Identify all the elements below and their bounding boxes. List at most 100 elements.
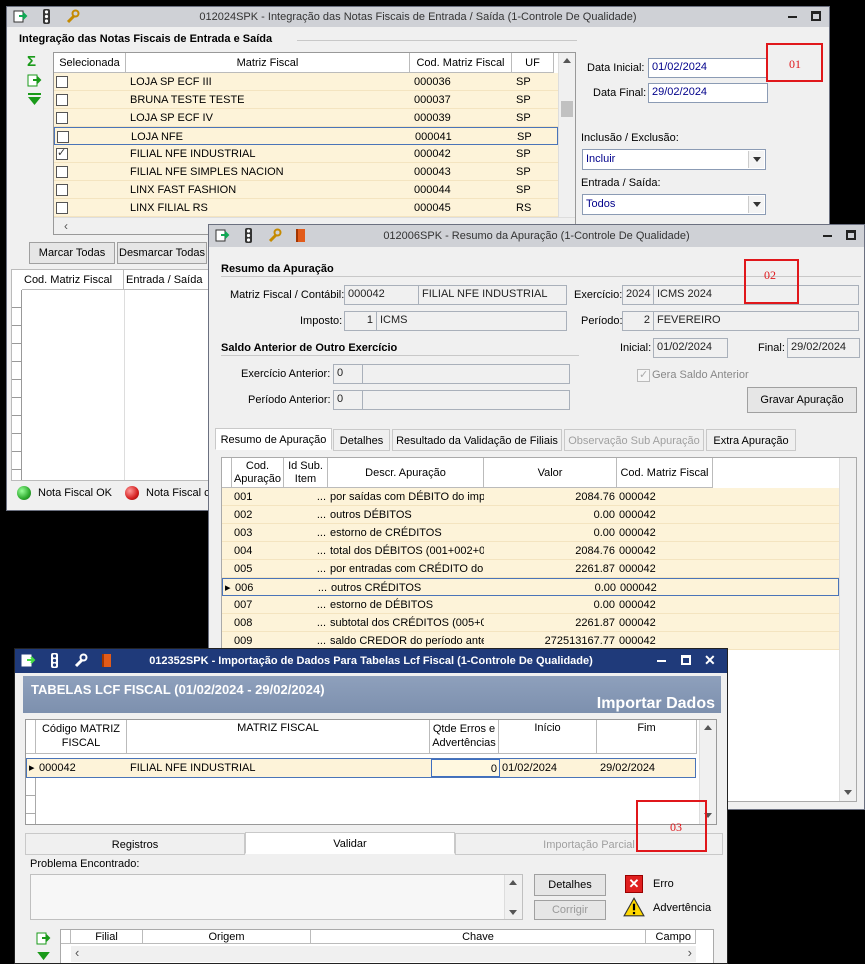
- row-qtde: 0: [431, 759, 500, 777]
- row-uf: SP: [516, 112, 531, 124]
- row-checkbox[interactable]: [56, 94, 68, 106]
- apuracao-scrollbar[interactable]: [839, 458, 856, 801]
- export-icon[interactable]: [27, 73, 42, 88]
- gera-saldo-checkbox[interactable]: ✓: [637, 369, 650, 382]
- tab-observacao-sub[interactable]: Observação Sub Apuração: [564, 429, 704, 451]
- row-checkbox[interactable]: [56, 112, 68, 124]
- col-chave[interactable]: Chave: [311, 930, 646, 944]
- tab-resultado-validacao[interactable]: Resultado da Validação de Filiais: [392, 429, 562, 451]
- row-sub: ...: [317, 582, 327, 594]
- col-inicio[interactable]: Início: [499, 720, 597, 754]
- entrada-select[interactable]: Todos: [582, 194, 766, 215]
- title-bar[interactable]: 012024SPK - Integração das Notas Fiscais…: [7, 7, 829, 27]
- desmarcar-todas-button[interactable]: Desmarcar Todas: [117, 242, 207, 264]
- table-row[interactable]: LOJA NFE 000041 SP: [54, 127, 558, 145]
- data-inicial-field[interactable]: 01/02/2024: [648, 58, 768, 78]
- inclusao-select[interactable]: Incluir: [582, 149, 766, 170]
- col-matriz-fiscal[interactable]: MATRIZ FISCAL: [127, 720, 430, 754]
- col-valor[interactable]: Valor: [484, 458, 617, 488]
- periodo-anterior-cod[interactable]: 0: [333, 390, 363, 410]
- table-row[interactable]: 003... estorno de CRÉDITOS 0.00 000042: [222, 524, 839, 542]
- row-matriz: FILIAL NFE INDUSTRIAL: [130, 762, 256, 774]
- col-codigo-matriz[interactable]: Código MATRIZ FISCAL: [36, 720, 127, 754]
- col-descr-apuracao[interactable]: Descr. Apuração: [328, 458, 484, 488]
- col-uf[interactable]: UF: [512, 53, 554, 73]
- col-fim[interactable]: Fim: [597, 720, 697, 754]
- chevron-down-icon[interactable]: [748, 196, 764, 213]
- table-row[interactable]: 002... outros DÉBITOS 0.00 000042: [222, 506, 839, 524]
- col-cod-matriz[interactable]: Cod. Matriz Fiscal: [410, 53, 512, 73]
- row-checkbox[interactable]: [57, 131, 69, 143]
- table-row[interactable]: 004... total dos DÉBITOS (001+002+003) 208…: [222, 542, 839, 560]
- minimize-button[interactable]: [786, 10, 799, 22]
- table-row[interactable]: BRUNA TESTE TESTE 000037 SP: [54, 91, 558, 109]
- col-filial[interactable]: Filial: [71, 930, 143, 944]
- exercicio-ano-field[interactable]: 2024: [622, 285, 654, 305]
- table-row[interactable]: LOJA SP ECF III 000036 SP: [54, 73, 558, 91]
- saldo-divider: [221, 355, 579, 356]
- errors-hscrollbar[interactable]: ‹ ›: [71, 945, 696, 962]
- maximize-button[interactable]: [811, 11, 821, 21]
- detalhes-button[interactable]: Detalhes: [534, 874, 606, 896]
- sum-icon[interactable]: Σ: [27, 53, 45, 71]
- table-row[interactable]: FILIAL NFE INDUSTRIAL 000042 SP: [54, 145, 558, 163]
- table-row[interactable]: LOJA SP ECF IV 000039 SP: [54, 109, 558, 127]
- row-checkbox[interactable]: [56, 166, 68, 178]
- table-row[interactable]: ▸ 000042 FILIAL NFE INDUSTRIAL 0 01/02/2…: [26, 758, 696, 778]
- problema-textarea[interactable]: [30, 874, 523, 920]
- col-cod-matriz-fiscal[interactable]: Cod. Matriz Fiscal: [617, 458, 713, 488]
- matriz-cod-field[interactable]: 000042: [344, 285, 419, 305]
- col-cod-apuracao[interactable]: Cod. Apuração: [232, 458, 284, 488]
- title-bar[interactable]: 012352SPK - Importação de Dados Para Tab…: [15, 649, 727, 673]
- col-selecionada[interactable]: Selecionada: [54, 53, 126, 73]
- row-matriz: 000042: [619, 617, 656, 629]
- table-row[interactable]: ▸ 006... outros CRÉDITOS 0.00 000042: [222, 578, 839, 596]
- row-checkbox[interactable]: [56, 76, 68, 88]
- table-row[interactable]: 005... por entradas com CRÉDITO do impost…: [222, 560, 839, 578]
- col-campo[interactable]: Campo: [646, 930, 696, 944]
- row-checkbox[interactable]: [56, 202, 68, 214]
- imposto-cod-field[interactable]: 1: [344, 311, 377, 331]
- table-row[interactable]: FILIAL NFE SIMPLES NACION 000043 SP: [54, 163, 558, 181]
- row-checkbox[interactable]: [56, 184, 68, 196]
- data-inicial-label: Data Inicial:: [587, 62, 645, 74]
- tab-validar[interactable]: Validar: [245, 832, 455, 854]
- gravar-apuracao-button[interactable]: Gravar Apuração: [747, 387, 857, 413]
- table-row[interactable]: 007... estorno de DÉBITOS 0.00 000042: [222, 596, 839, 614]
- matriz-scrollbar[interactable]: [558, 53, 575, 217]
- data-final-field[interactable]: 29/02/2024: [648, 83, 768, 103]
- marcar-todas-button[interactable]: Marcar Todas: [29, 242, 115, 264]
- tab-registros[interactable]: Registros: [25, 833, 245, 855]
- filter-down-icon[interactable]: [37, 952, 51, 961]
- tab-extra-apuracao[interactable]: Extra Apuração: [706, 429, 796, 451]
- title-bar[interactable]: 012006SPK - Resumo da Apuração (1-Contro…: [209, 225, 864, 247]
- matriz-label: Matriz Fiscal / Contábil:: [230, 289, 345, 301]
- col-entrada-saida[interactable]: Entrada / Saída: [124, 270, 220, 290]
- tab-resumo-apuracao[interactable]: Resumo de Apuração: [215, 428, 332, 450]
- periodo-cod-field[interactable]: 2: [622, 311, 654, 331]
- table-row[interactable]: 008... subtotal dos CRÉDITOS (005+006+007…: [222, 614, 839, 632]
- col-qtde-erros[interactable]: Qtde Erros e Advertências: [430, 720, 499, 754]
- row-valor: 2261.87: [575, 563, 615, 575]
- col-origem[interactable]: Origem: [143, 930, 311, 944]
- minimize-button[interactable]: [655, 654, 668, 666]
- row-checkbox[interactable]: [56, 146, 68, 160]
- maximize-button[interactable]: [846, 230, 856, 240]
- table-row[interactable]: 001... por saídas com DÉBITO do imposto 20…: [222, 488, 839, 506]
- chevron-down-icon[interactable]: [748, 151, 764, 168]
- close-icon[interactable]: ✕: [704, 653, 717, 667]
- export-icon[interactable]: [36, 931, 51, 946]
- exercicio-anterior-cod[interactable]: 0: [333, 364, 363, 384]
- table-row[interactable]: LINX FAST FASHION 000044 SP: [54, 181, 558, 199]
- filter-down-icon[interactable]: [27, 92, 42, 107]
- minimize-button[interactable]: [821, 229, 834, 241]
- col-id-sub-item[interactable]: Id Sub. Item: [284, 458, 328, 488]
- col-matriz-fiscal[interactable]: Matriz Fiscal: [126, 53, 410, 73]
- tab-detalhes[interactable]: Detalhes: [333, 429, 390, 451]
- col-cod-matriz-lower[interactable]: Cod. Matriz Fiscal: [22, 270, 124, 290]
- table-row[interactable]: LINX FILIAL RS 000045 RS: [54, 199, 558, 217]
- row-indicator: [222, 506, 232, 524]
- problema-scrollbar[interactable]: [504, 875, 522, 919]
- corrigir-button[interactable]: Corrigir: [534, 900, 606, 920]
- maximize-button[interactable]: [681, 655, 691, 665]
